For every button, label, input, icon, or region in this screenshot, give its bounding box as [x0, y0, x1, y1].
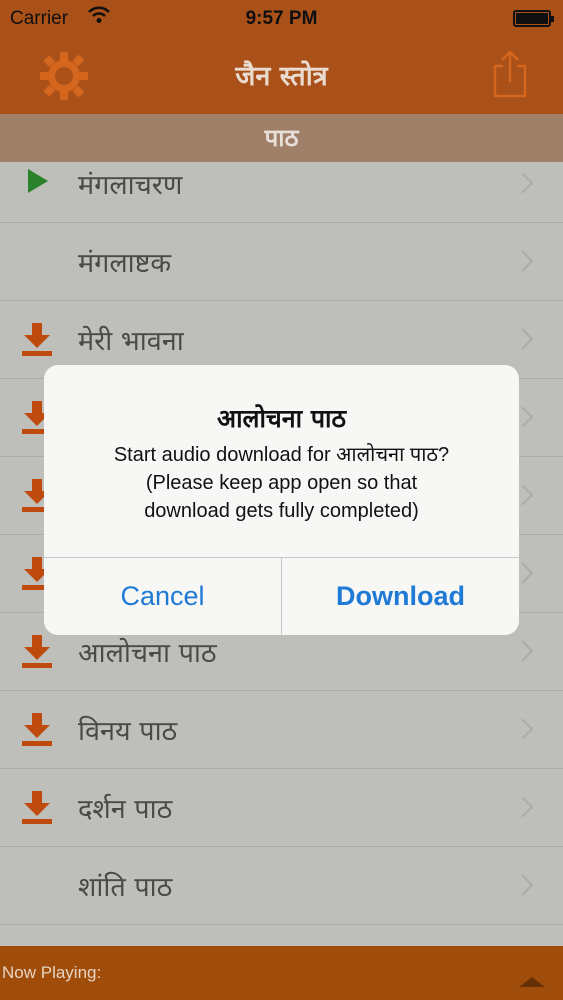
download-button[interactable]: Download: [282, 558, 519, 635]
download-alert: आलोचना पाठ Start audio download for आलोच…: [44, 365, 519, 635]
alert-title: आलोचना पाठ: [216, 404, 347, 433]
alert-message: Start audio download for आलोचना पाठ? (Pl…: [113, 444, 450, 522]
alert-buttons: Cancel Download: [44, 557, 519, 635]
cancel-button[interactable]: Cancel: [44, 558, 282, 635]
